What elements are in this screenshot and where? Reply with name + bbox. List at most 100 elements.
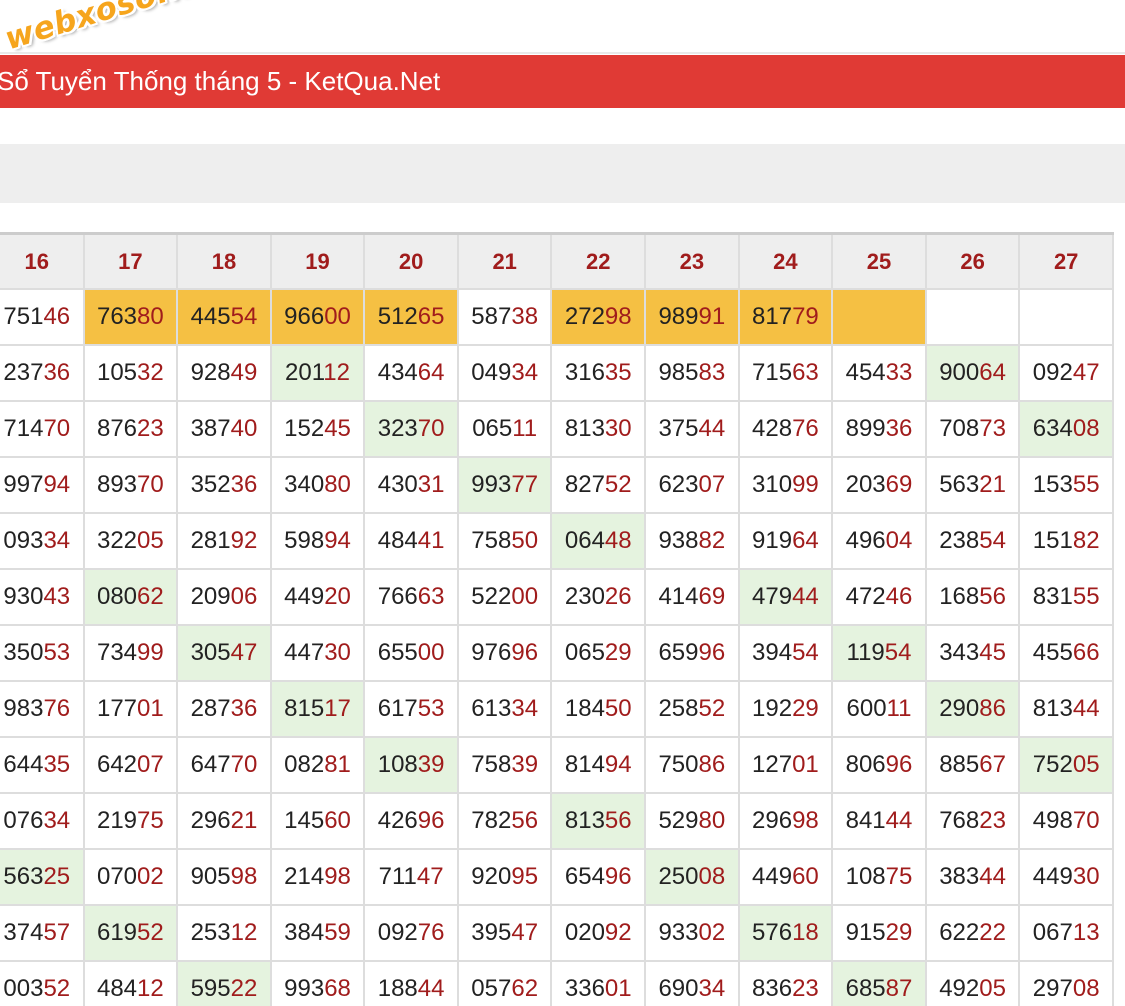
number-prefix: 806: [845, 751, 886, 778]
number-prefix: 496: [845, 527, 886, 554]
number-suffix: 34: [43, 527, 71, 554]
number-prefix: 595: [190, 975, 231, 1002]
number-prefix: 057: [471, 975, 512, 1002]
number-suffix: 25: [43, 863, 71, 890]
number-suffix: 01: [604, 975, 632, 1002]
result-cell: 08281: [269, 736, 366, 794]
result-cell: 81344: [1018, 680, 1114, 738]
result-cell: 05762: [456, 960, 553, 1006]
number-prefix: 153: [1032, 471, 1073, 498]
number-suffix: 79: [792, 303, 819, 330]
result-cell: 25852: [644, 680, 740, 738]
result-cell: 44554: [176, 288, 272, 346]
number-prefix: 613: [471, 695, 512, 722]
number-suffix: 08: [698, 863, 726, 890]
number-suffix: 35: [604, 359, 632, 386]
number-prefix: 219: [96, 807, 138, 834]
number-suffix: 95: [511, 863, 539, 890]
number-prefix: 920: [471, 863, 512, 890]
number-suffix: 54: [230, 303, 258, 330]
number-prefix: 003: [3, 975, 44, 1002]
result-cell: 37457: [0, 904, 85, 962]
number-suffix: 29: [885, 919, 913, 946]
number-prefix: 092: [377, 919, 418, 946]
result-cell: 58738: [456, 288, 553, 346]
number-prefix: 310: [752, 471, 793, 498]
column-header: 27: [1018, 232, 1114, 290]
result-cell: 31099: [737, 456, 834, 514]
number-prefix: 065: [472, 415, 513, 442]
number-prefix: 563: [939, 471, 980, 498]
number-suffix: 99: [137, 639, 164, 666]
number-prefix: 642: [96, 751, 138, 778]
number-prefix: 644: [3, 751, 44, 778]
number-suffix: 13: [1072, 919, 1100, 946]
number-prefix: 715: [752, 359, 793, 386]
number-suffix: 49: [230, 359, 258, 386]
number-prefix: 449: [1032, 863, 1073, 890]
number-prefix: 374: [3, 919, 44, 946]
result-cell: 35053: [0, 624, 85, 682]
table-row: 71470 87623 38740 15245 32370 06511 81330 37544…: [0, 400, 1114, 458]
number-prefix: 484: [96, 975, 138, 1002]
number-suffix: 82: [698, 527, 726, 554]
number-suffix: 80: [698, 807, 726, 834]
result-cell: 56325: [0, 848, 85, 906]
column-header: 18: [176, 232, 272, 290]
number-suffix: 34: [698, 975, 726, 1002]
number-prefix: 092: [1032, 359, 1073, 386]
number-prefix: 108: [377, 751, 418, 778]
result-cell: 02092: [550, 904, 647, 962]
number-prefix: 993: [284, 975, 325, 1002]
result-cell: 11954: [831, 624, 927, 682]
number-suffix: 70: [1072, 807, 1100, 834]
result-cell: 41469: [644, 568, 740, 626]
result-cell: 99377: [456, 456, 553, 514]
number-suffix: 36: [885, 415, 913, 442]
number-suffix: 12: [323, 359, 350, 386]
result-cell: 81494: [550, 736, 647, 794]
table-row: 23736 10532 92849 20112 43464 04934 31635 98583…: [0, 344, 1114, 402]
number-suffix: 05: [979, 975, 1006, 1002]
number-suffix: 46: [43, 303, 71, 330]
result-cell: 32370: [363, 400, 459, 458]
result-cell: 28736: [176, 680, 272, 738]
number-suffix: 54: [792, 639, 819, 666]
result-cell: 04934: [456, 344, 553, 402]
number-suffix: 11: [886, 695, 912, 722]
number-suffix: 39: [511, 751, 539, 778]
number-suffix: 98: [792, 807, 819, 834]
number-prefix: 766: [377, 583, 418, 610]
number-prefix: 296: [190, 807, 231, 834]
result-cell: 92849: [176, 344, 272, 402]
result-cell: 75086: [644, 736, 740, 794]
result-cell: 25008: [644, 848, 740, 906]
page-title: Sổ Tuyển Thống tháng 5 - KetQua.Net: [0, 66, 441, 96]
number-prefix: 836: [752, 975, 793, 1002]
number-suffix: 08: [1072, 975, 1100, 1002]
number-prefix: 020: [564, 919, 605, 946]
number-suffix: 30: [1072, 863, 1100, 890]
result-cell: 18844: [363, 960, 459, 1006]
number-prefix: 905: [190, 863, 231, 890]
number-prefix: 455: [1032, 639, 1073, 666]
result-cell: 69034: [644, 960, 740, 1006]
number-prefix: 647: [190, 751, 231, 778]
number-suffix: 76: [43, 695, 71, 722]
table-row: 09334 32205 28192 59894 48441 75850 06448 93882…: [0, 512, 1114, 570]
number-prefix: 387: [190, 415, 231, 442]
number-suffix: 47: [230, 639, 258, 666]
result-cell: 29086: [924, 680, 1021, 738]
result-cell: 76663: [363, 568, 459, 626]
number-prefix: 316: [564, 359, 605, 386]
result-cell: 97696: [456, 624, 553, 682]
number-prefix: 976: [471, 639, 512, 666]
number-prefix: 127: [752, 751, 793, 778]
result-cell: 09276: [363, 904, 459, 962]
number-suffix: 80: [137, 303, 164, 330]
number-suffix: 98: [604, 303, 632, 330]
number-suffix: 02: [137, 863, 164, 890]
number-prefix: 343: [939, 639, 980, 666]
column-header: 17: [82, 232, 179, 290]
number-prefix: 375: [658, 415, 699, 442]
